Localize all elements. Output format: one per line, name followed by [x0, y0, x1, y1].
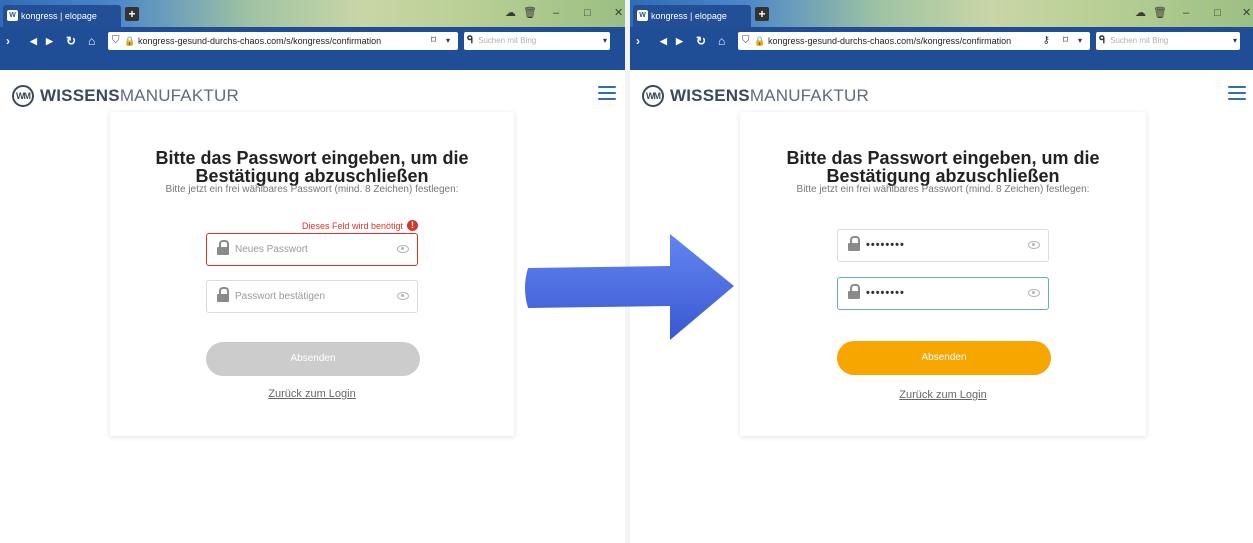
- new-tab-button[interactable]: +: [755, 7, 769, 21]
- card-title: Bitte das Passwort eingeben, um die Best…: [155, 148, 469, 186]
- logo-text-light: MANUFAKTUR: [749, 86, 869, 105]
- reload-icon[interactable]: ↻: [66, 33, 76, 49]
- eye-icon[interactable]: [397, 292, 409, 300]
- new-password-value: ••••••••: [866, 239, 905, 251]
- error-message: Dieses Feld wird benötigt !: [302, 220, 418, 231]
- lock-icon: [217, 287, 229, 302]
- home-icon[interactable]: ⌂: [88, 33, 95, 49]
- browser-titlebar: W kongress | elopage + ☁ 🗑 – □ ✕: [630, 0, 1253, 27]
- search-bar[interactable]: ᑫ Suchen mit Bing ▾: [464, 32, 610, 50]
- search-icon: ᑫ: [1099, 35, 1106, 46]
- browser-navbar: › ◀ ▶ ↻ ⌂ ⛉ 🔒 kongress-gesund-durchs-cha…: [0, 27, 625, 55]
- search-placeholder: Suchen mit Bing: [478, 36, 537, 45]
- hamburger-menu-icon[interactable]: [1228, 86, 1246, 102]
- card-subtitle: Bitte jetzt ein frei wählbares Passwort …: [796, 184, 1090, 195]
- confirm-password-value: ••••••••: [866, 287, 905, 299]
- new-tab-button[interactable]: +: [125, 7, 139, 21]
- site-logo[interactable]: WM WISSENSMANUFAKTUR: [642, 84, 869, 108]
- confirm-password-placeholder: Passwort bestätigen: [235, 291, 326, 302]
- confirm-password-field[interactable]: Passwort bestätigen: [206, 280, 418, 313]
- logo-mark-icon: WM: [642, 85, 664, 107]
- search-bar[interactable]: ᑫ Suchen mit Bing ▾: [1096, 32, 1240, 50]
- lock-icon: 🔒: [124, 36, 136, 46]
- submit-button[interactable]: Absenden: [206, 342, 420, 376]
- search-placeholder: Suchen mit Bing: [1110, 36, 1169, 45]
- new-password-field[interactable]: ••••••••: [837, 229, 1049, 262]
- confirm-password-field[interactable]: ••••••••: [837, 277, 1049, 310]
- browser-toolbar-strip: [630, 55, 1253, 70]
- trash-icon[interactable]: 🗑: [1153, 6, 1167, 20]
- url-text: kongress-gesund-durchs-chaos.com/s/kongr…: [768, 36, 1012, 46]
- reload-icon[interactable]: ↻: [696, 33, 706, 49]
- shield-icon: ⛉: [742, 35, 750, 46]
- browser-toolbar-strip: [0, 55, 625, 70]
- cloud-icon[interactable]: ☁: [505, 6, 516, 20]
- browser-titlebar: W kongress | elopage + ☁ 🗑 – □ ✕: [0, 0, 625, 27]
- sidebar-toggle-icon[interactable]: ›: [636, 33, 640, 49]
- back-icon[interactable]: ◀: [660, 33, 667, 49]
- tab-title: kongress | elopage: [651, 11, 727, 21]
- lock-icon: [848, 284, 860, 299]
- browser-navbar: › ◀ ▶ ↻ ⌂ ⛉ 🔒 kongress-gesund-durchs-cha…: [630, 27, 1253, 55]
- browser-tab[interactable]: W kongress | elopage: [633, 5, 751, 27]
- home-icon[interactable]: ⌂: [718, 33, 725, 49]
- error-icon: !: [407, 220, 418, 231]
- minimize-icon[interactable]: –: [553, 6, 559, 20]
- eye-icon[interactable]: [1028, 241, 1040, 249]
- url-text: kongress-gesund-durchs-chaos.com/s/kongr…: [138, 36, 382, 46]
- close-window-icon[interactable]: ✕: [1242, 6, 1251, 20]
- site-logo[interactable]: WM WISSENSMANUFAKTUR: [12, 84, 239, 108]
- card-subtitle: Bitte jetzt ein frei wählbares Passwort …: [165, 184, 459, 195]
- forward-icon[interactable]: ▶: [676, 33, 683, 49]
- eye-icon[interactable]: [397, 245, 409, 253]
- lock-icon: [217, 240, 229, 255]
- back-to-login-link[interactable]: Zurück zum Login: [110, 388, 514, 400]
- search-icon: ᑫ: [467, 35, 474, 46]
- close-window-icon[interactable]: ✕: [614, 6, 623, 20]
- hamburger-menu-icon[interactable]: [598, 86, 616, 102]
- sidebar-toggle-icon[interactable]: ›: [6, 33, 10, 49]
- browser-tab[interactable]: W kongress | elopage: [3, 5, 121, 27]
- password-card: Bitte das Passwort eingeben, um die Best…: [740, 112, 1146, 436]
- cloud-icon[interactable]: ☁: [1135, 6, 1146, 20]
- logo-text-bold: WISSENS: [40, 86, 120, 105]
- card-title: Bitte das Passwort eingeben, um die Best…: [786, 148, 1100, 186]
- shield-icon: ⛉: [112, 35, 120, 46]
- bookmark-icon[interactable]: ⌑: [1063, 32, 1068, 50]
- tab-title: kongress | elopage: [21, 11, 97, 21]
- back-to-login-link[interactable]: Zurück zum Login: [740, 389, 1146, 401]
- bookmark-icon[interactable]: ⌑: [431, 32, 436, 50]
- chevron-down-icon[interactable]: ▾: [446, 32, 450, 50]
- minimize-icon[interactable]: –: [1183, 6, 1189, 20]
- site-favicon-icon: W: [7, 10, 18, 21]
- logo-text-bold: WISSENS: [670, 86, 750, 105]
- logo-text-light: MANUFAKTUR: [119, 86, 239, 105]
- password-card: Bitte das Passwort eingeben, um die Best…: [110, 112, 514, 436]
- submit-button[interactable]: Absenden: [837, 341, 1051, 375]
- trash-icon[interactable]: 🗑: [523, 6, 537, 20]
- lock-icon: [848, 236, 860, 251]
- chevron-down-icon[interactable]: ▾: [1078, 32, 1082, 50]
- address-bar[interactable]: ⛉ 🔒 kongress-gesund-durchs-chaos.com/s/k…: [738, 32, 1090, 50]
- transition-arrow-icon: [525, 234, 734, 340]
- logo-mark-icon: WM: [12, 85, 34, 107]
- new-password-placeholder: Neues Passwort: [235, 244, 308, 255]
- maximize-icon[interactable]: □: [1214, 6, 1221, 20]
- forward-icon[interactable]: ▶: [46, 33, 53, 49]
- site-favicon-icon: W: [637, 10, 648, 21]
- lock-icon: 🔒: [754, 36, 766, 46]
- chevron-down-icon[interactable]: ▾: [1233, 32, 1237, 50]
- eye-icon[interactable]: [1028, 289, 1040, 297]
- back-icon[interactable]: ◀: [30, 33, 37, 49]
- maximize-icon[interactable]: □: [584, 6, 591, 20]
- address-bar[interactable]: ⛉ 🔒 kongress-gesund-durchs-chaos.com/s/k…: [108, 32, 458, 50]
- key-icon[interactable]: ⚷: [1043, 32, 1050, 50]
- chevron-down-icon[interactable]: ▾: [603, 32, 607, 50]
- new-password-field[interactable]: Neues Passwort: [206, 233, 418, 266]
